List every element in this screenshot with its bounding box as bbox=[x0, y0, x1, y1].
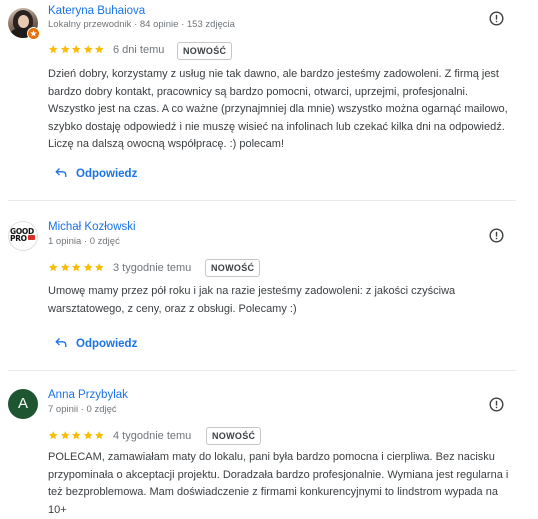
review-text: POLECAM, zamawiałam maty do lokalu, pani… bbox=[48, 451, 509, 516]
new-badge: NOWOŚĆ bbox=[206, 427, 262, 445]
reviewer-name[interactable]: Anna Przybylak bbox=[48, 389, 128, 401]
new-badge: NOWOŚĆ bbox=[205, 259, 261, 277]
reviewer-meta: 7 opinii · 0 zdjęć bbox=[48, 404, 117, 415]
avatar[interactable]: A bbox=[8, 389, 38, 419]
star-icon bbox=[48, 45, 58, 54]
star-icon bbox=[94, 45, 104, 54]
new-badge: NOWOŚĆ bbox=[177, 42, 233, 60]
review-time: 3 tygodnie temu bbox=[113, 262, 192, 274]
star-icon bbox=[71, 263, 81, 272]
review-item: Kateryna Buhaiova Lokalny przewodnik · 8… bbox=[0, 0, 538, 200]
reviewer-name[interactable]: Kateryna Buhaiova bbox=[48, 5, 145, 17]
reviewer-name[interactable]: Michał Kozłowski bbox=[48, 221, 136, 233]
star-icon bbox=[60, 263, 70, 272]
report-icon[interactable] bbox=[489, 228, 504, 243]
star-icon bbox=[83, 45, 93, 54]
reply-arrow-icon bbox=[55, 165, 67, 183]
star-icon bbox=[83, 431, 93, 440]
star-rating bbox=[48, 262, 105, 274]
star-icon bbox=[48, 431, 58, 440]
report-icon[interactable] bbox=[489, 11, 504, 26]
reply-label: Odpowiedz bbox=[76, 338, 138, 350]
report-icon[interactable] bbox=[489, 397, 504, 412]
reviewer-meta: Lokalny przewodnik · 84 opinie · 153 zdj… bbox=[48, 19, 235, 30]
review-text: Dzień dobry, korzystamy z usług nie tak … bbox=[48, 68, 508, 150]
local-guide-badge-icon bbox=[27, 27, 40, 40]
review-time: 4 tygodnie temu bbox=[113, 430, 192, 442]
review-time: 6 dni temu bbox=[113, 44, 165, 56]
star-icon bbox=[48, 263, 58, 272]
star-icon bbox=[71, 431, 81, 440]
star-icon bbox=[60, 45, 70, 54]
avatar[interactable]: GOOD PRO bbox=[8, 221, 38, 251]
star-rating bbox=[48, 430, 105, 442]
star-icon bbox=[94, 431, 104, 440]
star-icon bbox=[60, 431, 70, 440]
review-text: Umowę mamy przez pół roku i jak na razie… bbox=[48, 285, 456, 315]
reviewer-meta: 1 opinia · 0 zdjęć bbox=[48, 236, 120, 247]
star-rating bbox=[48, 44, 105, 56]
review-item: A Anna Przybylak 7 opinii · 0 zdjęć 4 ty… bbox=[0, 371, 538, 519]
reply-arrow-icon bbox=[55, 335, 67, 353]
star-icon bbox=[83, 263, 93, 272]
star-icon bbox=[71, 45, 81, 54]
reply-button[interactable]: Odpowiedz bbox=[55, 164, 137, 184]
reply-button[interactable]: Odpowiedz bbox=[55, 334, 137, 354]
review-item: GOOD PRO Michał Kozłowski 1 opinia · 0 z… bbox=[0, 201, 538, 369]
star-icon bbox=[94, 263, 104, 272]
reply-label: Odpowiedz bbox=[76, 168, 138, 180]
